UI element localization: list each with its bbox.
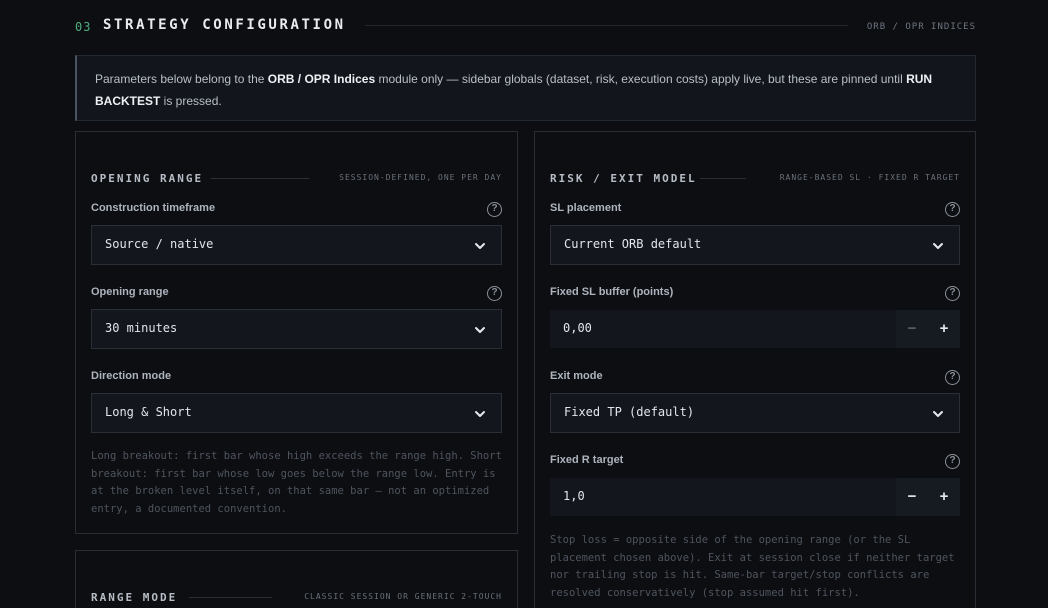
sl-placement-select[interactable]: Current ORB default [550,225,960,265]
r-target-increment-button[interactable]: + [928,478,960,516]
chevron-down-icon [933,411,943,417]
opening-range-divider [211,178,309,179]
r-target-value: 1,0 [563,489,585,503]
sl-buffer-increment-button[interactable]: + [928,310,960,348]
construction-timeframe-label: Construction timeframe [91,202,216,214]
construction-timeframe-select[interactable]: Source / native [91,225,502,265]
r-target-help-icon[interactable]: ? [945,454,960,469]
risk-exit-header: RISK / EXIT MODEL RANGE-BASED SL · FIXED… [550,172,960,186]
construction-timeframe-value: Source / native [105,237,214,251]
risk-exit-title: RISK / EXIT MODEL [550,172,697,185]
exit-mode-label: Exit mode [550,370,603,382]
section-tag: ORB / OPR INDICES [866,22,976,32]
chevron-down-icon [475,327,485,333]
sl-buffer-stepper[interactable]: 0,00 − + [550,310,960,348]
opening-range-title: OPENING RANGE [91,172,204,185]
sl-buffer-label: Fixed SL buffer (points) [550,286,674,298]
sl-placement-value: Current ORB default [564,237,702,251]
chevron-down-icon [933,243,943,249]
range-mode-header: RANGE MODE CLASSIC SESSION OR GENERIC 2-… [91,591,502,605]
r-target-decrement-button[interactable]: − [896,478,928,516]
opening-range-note: Long breakout: first bar whose high exce… [91,450,502,515]
range-mode-divider [189,597,272,598]
sl-buffer-stepper-buttons: − + [896,310,960,348]
range-mode-panel: RANGE MODE CLASSIC SESSION OR GENERIC 2-… [75,550,518,608]
exit-mode-help-icon[interactable]: ? [945,370,960,385]
section-header: 03 STRATEGY CONFIGURATION ORB / OPR INDI… [75,17,976,37]
opening-range-tag: SESSION-DEFINED, ONE PER DAY [339,173,502,182]
r-target-stepper[interactable]: 1,0 − + [550,478,960,516]
info-text-3: is pressed. [160,94,222,108]
info-banner: Parameters below belong to the ORB / OPR… [75,55,976,121]
exit-mode-value: Fixed TP (default) [564,405,695,419]
direction-mode-select[interactable]: Long & Short [91,393,502,433]
risk-exit-note: Stop loss = opposite side of the opening… [550,534,955,599]
range-mode-title: RANGE MODE [91,591,178,604]
range-mode-tag: CLASSIC SESSION OR GENERIC 2-TOUCH [304,592,502,601]
info-text-1: Parameters below belong to the [95,72,268,86]
sl-buffer-decrement-button[interactable]: − [896,310,928,348]
info-text-2: module only — sidebar globals (dataset, … [375,72,907,86]
sl-placement-label: SL placement [550,202,622,214]
info-module: ORB / OPR Indices [267,72,376,86]
chevron-down-icon [475,243,485,249]
opening-range-value: 30 minutes [105,321,178,335]
r-target-label: Fixed R target [550,454,624,466]
section-divider [365,25,848,26]
sl-buffer-help-icon[interactable]: ? [945,286,960,301]
chevron-down-icon [475,411,485,417]
risk-exit-divider [700,178,746,179]
exit-mode-select[interactable]: Fixed TP (default) [550,393,960,433]
opening-range-header: OPENING RANGE SESSION-DEFINED, ONE PER D… [91,172,502,186]
opening-range-label: Opening range [91,286,169,298]
sl-placement-help-icon[interactable]: ? [945,202,960,217]
opening-range-panel: OPENING RANGE SESSION-DEFINED, ONE PER D… [75,131,518,534]
risk-exit-panel: RISK / EXIT MODEL RANGE-BASED SL · FIXED… [534,131,976,608]
direction-mode-label: Direction mode [91,370,172,382]
section-number: 03 [75,20,92,34]
r-target-stepper-buttons: − + [896,478,960,516]
direction-mode-value: Long & Short [105,405,192,419]
opening-range-select[interactable]: 30 minutes [91,309,502,349]
section-title: STRATEGY CONFIGURATION [103,17,346,33]
opening-range-help-icon[interactable]: ? [487,286,502,301]
sl-buffer-value: 0,00 [563,321,592,335]
risk-exit-tag: RANGE-BASED SL · FIXED R TARGET [779,173,960,182]
construction-help-icon[interactable]: ? [487,202,502,217]
